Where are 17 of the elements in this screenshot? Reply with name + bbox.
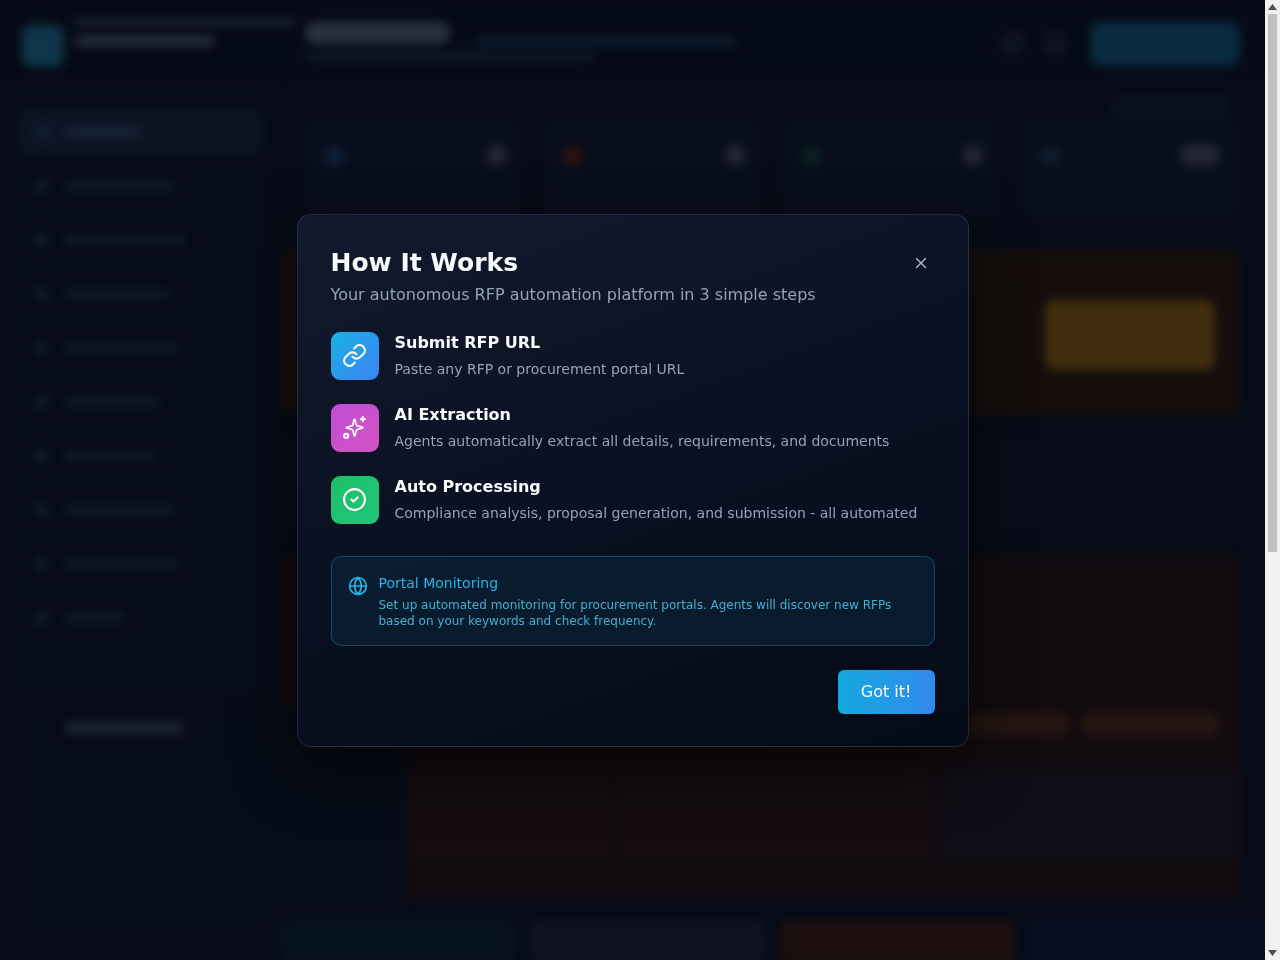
step-description: Compliance analysis, proposal generation, and submission - all automated [394, 503, 918, 523]
dialog-subtitle: Your autonomous RFP automation platform in 3 simple steps [330, 283, 817, 306]
step-title: Auto Processing [394, 475, 542, 498]
info-text: Set up automated monitoring for procurement portals. Agents will discover new RFPs based on your keywords and check frequency. [378, 596, 893, 629]
step-title: AI Extraction [394, 403, 512, 426]
scroll-down-arrow-icon[interactable] [1268, 950, 1277, 956]
scrollbar[interactable] [1265, 0, 1280, 960]
dialog-title: How It Works [330, 246, 519, 279]
link-icon [330, 331, 379, 380]
info-title: Portal Monitoring [378, 573, 500, 593]
scroll-up-arrow-icon[interactable] [1268, 4, 1277, 10]
step-description: Paste any RFP or procurement portal URL [394, 359, 685, 379]
sparkles-icon [330, 403, 379, 452]
step-description: Agents automatically extract all details, requirements, and documents [394, 431, 890, 451]
step-title: Submit RFP URL [394, 331, 542, 354]
got-it-button[interactable]: Got it! [837, 669, 935, 714]
scrollbar-thumb[interactable] [1268, 14, 1277, 552]
